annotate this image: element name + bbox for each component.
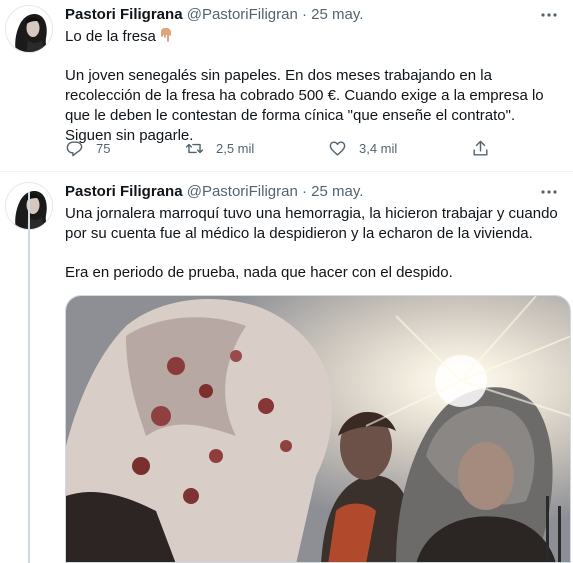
tweet-body: Era en periodo de prueba, nada que hacer… [65,264,453,281]
like-count: 3,4 mil [359,140,398,156]
tweet-line: Lo de la fresa [65,28,156,45]
tweet[interactable]: Pastori Filigrana @PastoriFiligran · 25 … [0,0,573,170]
tweet-actions: 75 2,5 mil 3,4 mil [65,138,495,158]
tweet-header: Pastori Filigrana @PastoriFiligran · 25 … [65,5,363,25]
reply-count: 75 [96,140,111,156]
more-horizontal-icon[interactable] [539,182,559,202]
tweet[interactable]: Pastori Filigrana @PastoriFiligran · 25 … [0,172,573,563]
reply-button[interactable]: 75 [65,138,110,158]
share-button[interactable] [471,138,490,158]
separator-dot: · [301,183,307,200]
author-name[interactable]: Pastori Filigrana [65,6,183,23]
retweet-button[interactable]: 2,5 mil [185,138,254,158]
thread-line [28,192,30,563]
tweet-date[interactable]: 25 may. [311,183,363,200]
retweet-icon [185,143,204,153]
tweet-text: Lo de la fresa [65,27,565,47]
tweet-header: Pastori Filigrana @PastoriFiligran · 25 … [65,182,363,202]
author-handle[interactable]: @PastoriFiligran [187,183,298,200]
tweet-body: Un joven senegalés sin papeles. En dos m… [65,67,544,144]
tweet-date[interactable]: 25 may. [311,6,363,23]
avatar[interactable] [5,5,53,53]
retweet-count: 2,5 mil [216,140,255,156]
more-horizontal-icon[interactable] [539,5,559,25]
heart-icon [329,140,346,156]
reply-icon [66,140,83,156]
tweet-body: Una jornalera marroquí tuvo una hemorrag… [65,205,558,242]
share-icon [473,140,488,156]
pointing-down-hand-emoji [158,27,174,43]
separator-dot: · [301,6,307,23]
author-name[interactable]: Pastori Filigrana [65,183,183,200]
tweet-photo[interactable] [65,295,571,563]
like-button[interactable]: 3,4 mil [328,138,397,158]
author-handle[interactable]: @PastoriFiligran [187,6,298,23]
